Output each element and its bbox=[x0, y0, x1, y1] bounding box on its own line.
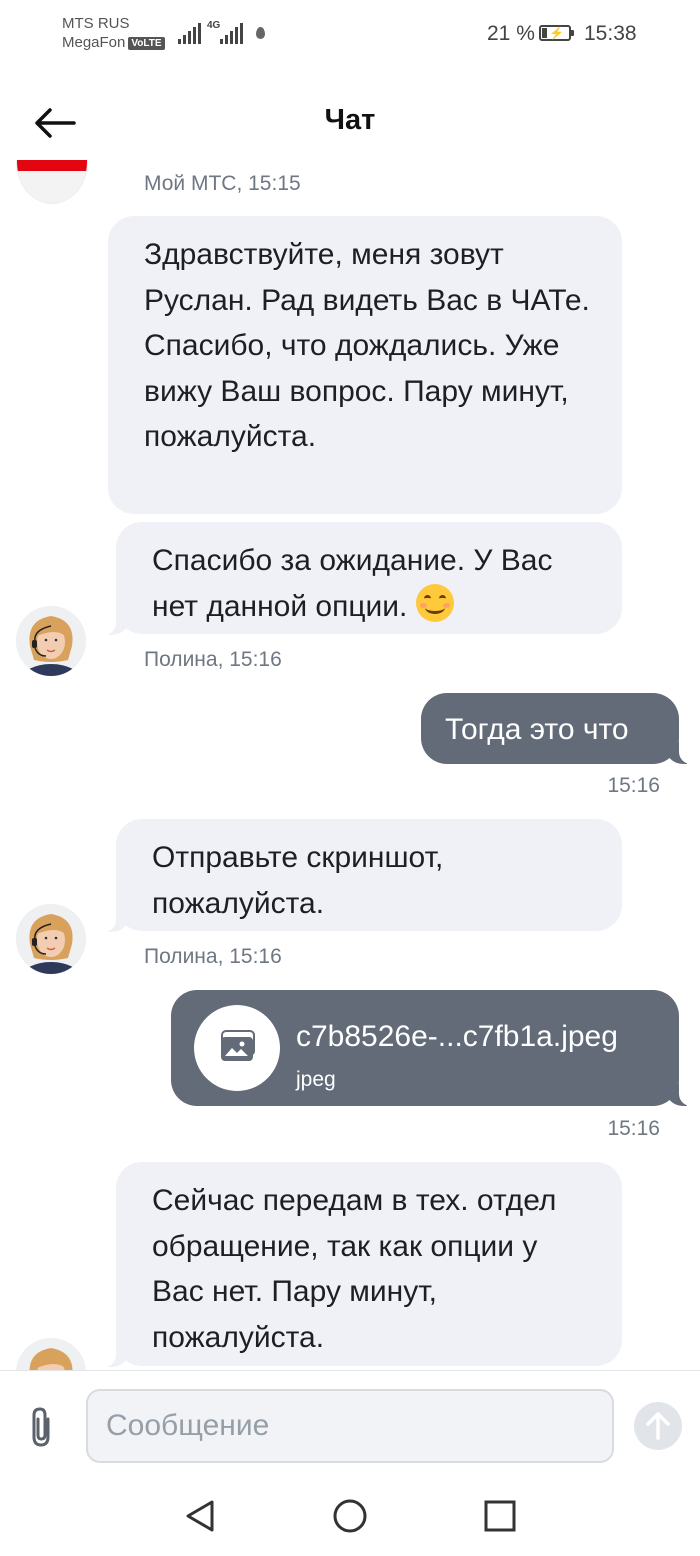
square-recents-icon bbox=[484, 1500, 516, 1532]
operator-avatar bbox=[16, 606, 86, 676]
send-button[interactable] bbox=[634, 1402, 682, 1450]
nav-home-button[interactable] bbox=[330, 1496, 370, 1536]
attach-button[interactable] bbox=[22, 1405, 62, 1449]
file-name: c7b8526e-...c7fb1a.jpeg bbox=[296, 1020, 618, 1053]
operator-avatar bbox=[16, 1338, 86, 1370]
message-composer bbox=[0, 1370, 700, 1481]
status-time: 15:38 bbox=[584, 22, 637, 45]
message-text: Спасибо за ожидание. У Вас нет данной оп… bbox=[152, 544, 553, 623]
message-input[interactable] bbox=[86, 1389, 614, 1463]
network-type: 4G bbox=[207, 20, 221, 31]
file-attachment-message[interactable]: c7b8526e-...c7fb1a.jpeg jpeg bbox=[171, 990, 691, 1106]
battery-percent: 21 % bbox=[487, 22, 535, 45]
notification-drop-icon bbox=[256, 27, 265, 39]
message-time: 15:16 bbox=[607, 1117, 660, 1140]
incoming-message[interactable]: Сейчас передам в тех. отдел обращение, т… bbox=[104, 1162, 622, 1367]
message-text: Сейчас передам в тех. отдел обращение, т… bbox=[152, 1184, 557, 1354]
volte-badge: VoLTE bbox=[128, 37, 165, 50]
incoming-message[interactable]: Отправьте скриншот, пожалуйста. bbox=[104, 819, 622, 932]
message-meta: Полина, 15:16 bbox=[144, 945, 282, 968]
nav-recents-button[interactable] bbox=[480, 1496, 520, 1536]
chat-history[interactable]: Мой МТС, 15:15 Здравствуйте, меня зовут … bbox=[0, 160, 700, 1370]
circle-home-icon bbox=[333, 1499, 367, 1533]
incoming-message[interactable]: Здравствуйте, меня зовут Руслан. Рад вид… bbox=[108, 216, 622, 514]
status-bar: MTS RUS MegaFon VoLTE 4G 21 % ⚡ 15:38 bbox=[0, 0, 700, 70]
message-text: Тогда это что bbox=[445, 713, 629, 746]
paperclip-icon bbox=[32, 1407, 50, 1447]
mts-avatar bbox=[16, 160, 88, 204]
carrier-info: MTS RUS MegaFon VoLTE bbox=[62, 14, 165, 52]
message-text: Здравствуйте, меня зовут Руслан. Рад вид… bbox=[144, 238, 590, 453]
incoming-message[interactable]: Спасибо за ожидание. У Вас нет данной оп… bbox=[104, 522, 622, 635]
arrow-up-icon bbox=[646, 1412, 670, 1440]
carrier-1: MTS RUS bbox=[62, 15, 130, 32]
message-time: 15:16 bbox=[607, 774, 660, 797]
triangle-back-icon bbox=[186, 1500, 214, 1532]
page-title: Чат bbox=[324, 104, 376, 136]
signal-strength-icon bbox=[178, 22, 201, 44]
message-meta: Мой МТС, 15:15 bbox=[144, 172, 301, 195]
system-nav-bar bbox=[0, 1480, 700, 1556]
outgoing-message[interactable]: Тогда это что bbox=[421, 693, 691, 764]
carrier-2: MegaFon bbox=[62, 34, 126, 51]
message-text: Отправьте скриншот, пожалуйста. bbox=[152, 841, 444, 920]
nav-back-button[interactable] bbox=[180, 1496, 220, 1536]
signal-strength-icon bbox=[220, 22, 243, 44]
smiling-face-icon bbox=[415, 583, 454, 622]
operator-avatar bbox=[16, 904, 86, 974]
image-file-icon bbox=[194, 1005, 280, 1091]
file-type: jpeg bbox=[296, 1068, 336, 1091]
battery-fill bbox=[542, 28, 547, 38]
message-meta: Полина, 15:16 bbox=[144, 648, 282, 671]
battery-charging-icon: ⚡ bbox=[539, 25, 574, 41]
